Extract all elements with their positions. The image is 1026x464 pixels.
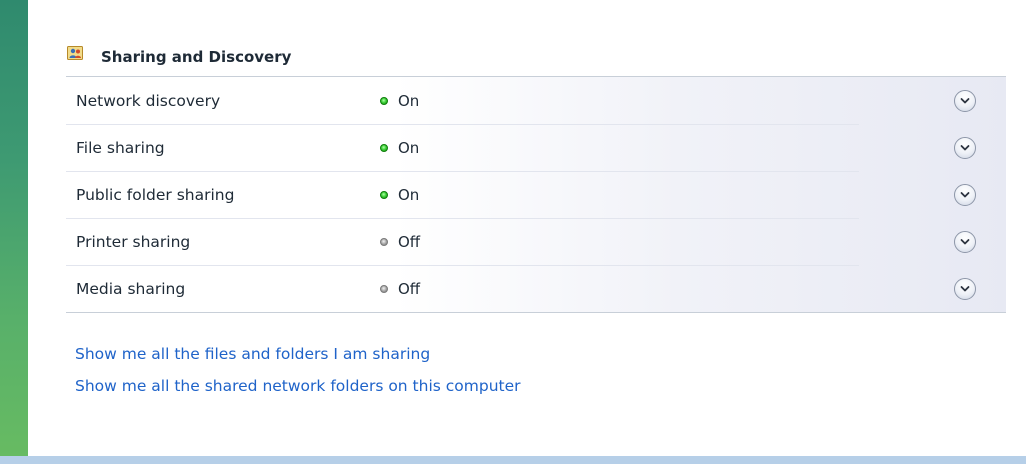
chevron-down-icon [960,238,970,244]
expand-button[interactable] [954,136,976,159]
chevron-down-icon [960,285,970,291]
status-off-icon [380,284,388,293]
chevron-down-icon [960,191,970,197]
setting-label: File sharing [76,138,165,157]
setting-row-media-sharing[interactable]: Media sharing Off [66,265,1006,312]
setting-row-file-sharing[interactable]: File sharing On [66,124,1006,171]
status-on-icon [380,190,388,199]
expand-button[interactable] [954,277,976,300]
status-text: On [398,185,420,204]
setting-label: Media sharing [76,279,186,298]
setting-status: On [380,139,419,157]
setting-status: Off [380,280,420,298]
setting-label: Network discovery [76,91,221,110]
setting-status: On [380,186,419,204]
expand-button[interactable] [954,183,976,206]
bottom-accent-bar [0,456,1026,464]
left-accent-bar [0,0,28,456]
status-text: On [398,138,420,157]
show-shared-files-link[interactable]: Show me all the files and folders I am s… [75,344,1006,376]
setting-status: On [380,92,419,110]
settings-list: Network discovery On File sharing On Pub… [66,77,1006,313]
status-off-icon [380,237,388,246]
status-on-icon [380,143,388,152]
status-text: Off [398,232,421,251]
setting-row-printer-sharing[interactable]: Printer sharing Off [66,218,1006,265]
sharing-links: Show me all the files and folders I am s… [66,344,1006,408]
expand-button[interactable] [954,89,976,112]
setting-label: Public folder sharing [76,185,235,204]
setting-status: Off [380,233,420,251]
status-on-icon [380,96,388,105]
section-title: Sharing and Discovery [101,48,292,66]
setting-row-network-discovery[interactable]: Network discovery On [66,77,1006,124]
expand-button[interactable] [954,230,976,253]
setting-row-public-folder-sharing[interactable]: Public folder sharing On [66,171,1006,218]
setting-label: Printer sharing [76,232,191,251]
show-shared-network-folders-link[interactable]: Show me all the shared network folders o… [75,376,1006,408]
people-sharing-icon [67,45,83,61]
status-text: Off [398,279,421,298]
section-header: Sharing and Discovery [66,36,1006,77]
chevron-down-icon [960,97,970,103]
chevron-down-icon [960,144,970,150]
status-text: On [398,91,420,110]
sharing-discovery-panel: Sharing and Discovery Network discovery … [66,36,1006,408]
